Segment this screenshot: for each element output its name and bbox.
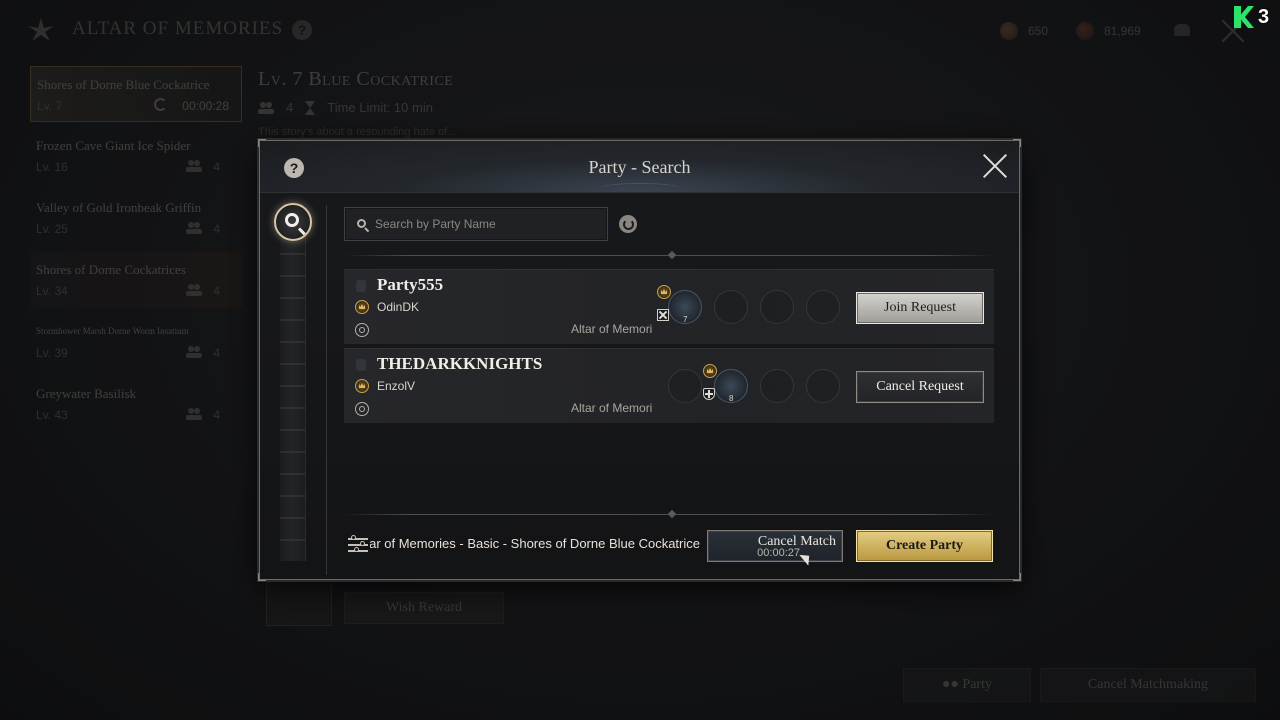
target-icon <box>355 402 369 416</box>
member-slot <box>806 290 840 324</box>
refresh-icon[interactable] <box>619 215 637 233</box>
search-tab-button[interactable] <box>274 203 312 241</box>
side-rail <box>280 211 306 561</box>
watermark-number: 3 <box>1258 5 1270 28</box>
member-slot <box>668 369 702 403</box>
crown-icon <box>657 285 671 299</box>
crown-icon <box>355 300 369 314</box>
frame-corner <box>1013 573 1021 581</box>
member-slot: 7 <box>657 285 702 324</box>
member-slot <box>760 290 794 324</box>
header-ornament <box>600 183 680 193</box>
lock-icon <box>356 359 366 371</box>
member-slot: 8 <box>703 364 748 403</box>
divider <box>344 514 994 515</box>
close-icon[interactable] <box>982 153 1008 179</box>
search-icon <box>285 213 299 227</box>
swords-icon <box>657 309 669 321</box>
target-icon <box>355 323 369 337</box>
search-input[interactable] <box>375 208 603 240</box>
filter-icon[interactable] <box>348 535 368 553</box>
shield-icon <box>703 388 715 400</box>
modal-title: Party - Search <box>588 157 691 177</box>
side-divider <box>326 205 327 575</box>
create-party-button[interactable]: Create Party <box>856 530 993 562</box>
crown-icon <box>703 364 717 378</box>
member-slot <box>760 369 794 403</box>
member-slot <box>714 290 748 324</box>
party-row[interactable]: THEDARKKNIGHTS EnzolV Altar of Memori 8 … <box>344 348 994 423</box>
crown-icon <box>355 379 369 393</box>
party-search-modal: ? Party - Search Party555 OdinDK Altar o… <box>258 139 1021 581</box>
matching-status-text: Altar of Memories - Basic - Shores of Do… <box>370 536 700 551</box>
modal-header: ? Party - Search <box>260 141 1019 193</box>
cancel-request-button[interactable]: Cancel Request <box>856 371 984 403</box>
party-name: Party555 <box>377 275 444 294</box>
matching-status: Altar of Memories - Basic - Shores of Do… <box>370 536 700 551</box>
k-logo-icon <box>1234 6 1254 28</box>
join-request-button[interactable]: Join Request <box>856 292 984 324</box>
party-name: THEDARKKNIGHTS <box>377 354 543 373</box>
frame-corner <box>258 573 266 581</box>
search-icon <box>357 219 366 228</box>
cancel-match-button[interactable]: Cancel Match 00:00:27 <box>707 530 843 562</box>
leader-name: OdinDK <box>377 300 420 314</box>
party-dungeon: Altar of Memori <box>571 401 653 415</box>
member-slot <box>806 369 840 403</box>
party-row[interactable]: Party555 OdinDK Altar of Memori 7 Join R… <box>344 269 994 344</box>
watermark: 3 <box>1234 4 1276 30</box>
member-level: 7 <box>683 315 688 324</box>
member-level: 8 <box>729 394 734 403</box>
leader-name: EnzolV <box>377 379 416 393</box>
lock-icon <box>356 280 366 292</box>
match-timer: 00:00:27 <box>757 547 800 559</box>
search-box[interactable] <box>344 207 608 241</box>
divider <box>344 255 994 256</box>
party-dungeon: Altar of Memori <box>571 322 653 336</box>
